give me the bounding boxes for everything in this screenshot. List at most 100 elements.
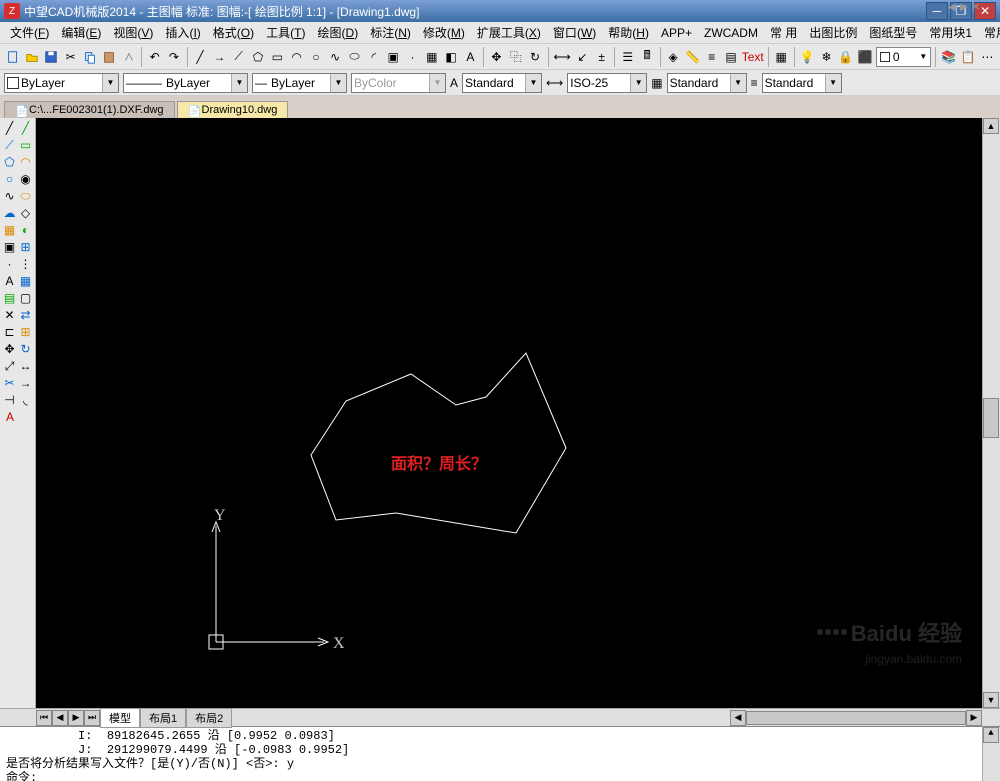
layout-first-icon[interactable]: ⏮ <box>36 710 52 726</box>
cmd-scroll-up-icon[interactable]: ▲ <box>983 727 999 743</box>
layout-next-icon[interactable]: ▶ <box>68 710 84 726</box>
color-icon[interactable]: ⬛ <box>857 46 874 68</box>
layerstate-icon[interactable]: 📋 <box>959 46 976 68</box>
hatch-icon[interactable]: ▦ <box>423 46 440 68</box>
spline-tool[interactable]: ∿ <box>2 188 17 204</box>
scroll-up-icon[interactable]: ▲ <box>983 118 999 134</box>
fillet-tool[interactable]: ◟ <box>18 392 33 408</box>
layermore-icon[interactable]: ⋯ <box>979 46 996 68</box>
move-icon[interactable]: ✥ <box>488 46 505 68</box>
leader-icon[interactable]: ↙ <box>574 46 591 68</box>
hscroll-thumb[interactable] <box>746 711 966 725</box>
tablestyle-combo[interactable]: Standard▼ <box>667 73 747 93</box>
layout2-tab[interactable]: 布局2 <box>186 708 232 728</box>
open-button[interactable] <box>23 46 40 68</box>
area-icon[interactable]: ▤ <box>722 46 739 68</box>
tolerance-icon[interactable]: ± <box>593 46 610 68</box>
vertical-scrollbar[interactable]: ▲ ▼ <box>982 118 1000 708</box>
pline-icon[interactable]: ⟋ <box>230 46 247 68</box>
save-button[interactable] <box>43 46 60 68</box>
ray-icon[interactable]: → <box>211 46 228 68</box>
plotstyle-combo[interactable]: ByColor▼ <box>351 73 446 93</box>
mirror-tool[interactable]: ⇄ <box>18 307 33 323</box>
menu-dimension[interactable]: 标注(N) <box>364 22 417 43</box>
boundary-tool[interactable]: ▢ <box>18 290 33 306</box>
menu-view[interactable]: 视图(V) <box>107 22 159 43</box>
menu-modify[interactable]: 修改(M) <box>417 22 471 43</box>
mlstyle-combo[interactable]: Standard▼ <box>762 73 842 93</box>
tablestyle-icon[interactable]: ▦ <box>651 76 662 90</box>
list-icon[interactable]: ≡ <box>703 46 720 68</box>
new-button[interactable] <box>4 46 21 68</box>
cut-button[interactable]: ✂ <box>62 46 79 68</box>
horizontal-scrollbar[interactable] <box>232 710 730 726</box>
copy-button[interactable] <box>81 46 98 68</box>
menu-block2[interactable]: 常用块2 <box>978 22 1000 43</box>
line-icon[interactable]: ╱ <box>191 46 208 68</box>
point-icon[interactable]: · <box>404 46 421 68</box>
scroll-thumb[interactable] <box>983 398 999 438</box>
command-history[interactable]: I: 89182645.2655 沿 [0.9952 0.0983] J: 29… <box>0 727 982 781</box>
menu-window[interactable]: 窗口(W) <box>547 22 602 43</box>
scroll-down-icon[interactable]: ▼ <box>983 692 999 708</box>
region-icon[interactable]: ◧ <box>442 46 459 68</box>
rect-tool[interactable]: ▭ <box>18 137 33 153</box>
tab-close-icon[interactable]: ✕ <box>972 2 980 13</box>
menu-zwcadm[interactable]: ZWCADM <box>698 24 764 42</box>
bulb-icon[interactable]: 💡 <box>799 46 816 68</box>
point-tool[interactable]: · <box>2 256 17 272</box>
redo-button[interactable]: ↷ <box>165 46 182 68</box>
freeze-icon[interactable]: ❄ <box>818 46 835 68</box>
mlstyle-icon[interactable]: ≡ <box>751 76 758 90</box>
dimstyle-combo[interactable]: ISO-25▼ <box>567 73 647 93</box>
line-tool[interactable]: ╱ <box>2 120 17 136</box>
trim-tool[interactable]: ✂ <box>2 375 17 391</box>
menu-app[interactable]: APP+ <box>655 24 698 42</box>
table-tool[interactable]: ▦ <box>18 273 33 289</box>
ellipse-icon[interactable]: ⬭ <box>346 46 363 68</box>
menu-extend[interactable]: 扩展工具(X) <box>471 22 547 43</box>
cloud-tool[interactable]: ☁ <box>2 205 17 221</box>
calc-icon[interactable]: 🖩 <box>638 46 655 68</box>
dimstyle-icon[interactable]: ⟷ <box>546 76 563 90</box>
rotate-icon[interactable]: ↻ <box>526 46 543 68</box>
paste-button[interactable] <box>101 46 118 68</box>
minimize-button[interactable]: ─ <box>926 2 948 20</box>
offset-tool[interactable]: ⊏ <box>2 324 17 340</box>
textstyle-combo[interactable]: Standard▼ <box>462 73 542 93</box>
layout-prev-icon[interactable]: ◀ <box>52 710 68 726</box>
match-button[interactable] <box>120 46 137 68</box>
menu-tools[interactable]: 工具(T) <box>260 22 311 43</box>
menu-plotscale[interactable]: 出图比例 <box>803 22 863 43</box>
drawing-canvas[interactable]: Y X 面积？周长？ Baidu 经验 jingyan.baidu.com <box>36 118 982 708</box>
pline-tool[interactable]: ⟋ <box>2 137 17 153</box>
layout-last-icon[interactable]: ⏭ <box>84 710 100 726</box>
lineweight-combo[interactable]: —ByLayer▼ <box>252 73 347 93</box>
arc-tool[interactable]: ◠ <box>18 154 33 170</box>
menu-block1[interactable]: 常用块1 <box>923 22 978 43</box>
measure-icon[interactable]: 📏 <box>684 46 701 68</box>
xline-tool[interactable]: ╱ <box>18 120 33 136</box>
circle-tool[interactable]: ○ <box>2 171 17 187</box>
layer-combo[interactable]: 0 ▼ <box>876 47 931 67</box>
menu-papersize[interactable]: 图纸型号 <box>863 22 923 43</box>
hscroll-right-icon[interactable]: ▶ <box>966 710 982 726</box>
erase-tool[interactable]: ✕ <box>2 307 17 323</box>
block-tool[interactable]: ▣ <box>2 239 17 255</box>
text3-tool[interactable]: A <box>2 409 18 425</box>
model-tab[interactable]: 模型 <box>100 708 140 728</box>
polygon-icon[interactable]: ⬠ <box>249 46 266 68</box>
color-combo[interactable]: ByLayer▼ <box>4 73 119 93</box>
hscroll-left-icon[interactable]: ◀ <box>730 710 746 726</box>
menu-common[interactable]: 常 用 <box>764 22 803 43</box>
mtext-tool[interactable]: A <box>2 273 17 289</box>
arc-icon[interactable]: ◠ <box>288 46 305 68</box>
text2-icon[interactable]: Text <box>742 46 764 68</box>
table-icon[interactable]: ▦ <box>773 46 790 68</box>
dim-icon[interactable]: ⟷ <box>553 46 572 68</box>
linetype-combo[interactable]: ———ByLayer▼ <box>123 73 248 93</box>
divide-tool[interactable]: ⋮ <box>18 256 33 272</box>
tab-next-icon[interactable]: ▶ <box>960 2 968 13</box>
lock-icon[interactable]: 🔒 <box>837 46 854 68</box>
donut-tool[interactable]: ◉ <box>18 171 33 187</box>
